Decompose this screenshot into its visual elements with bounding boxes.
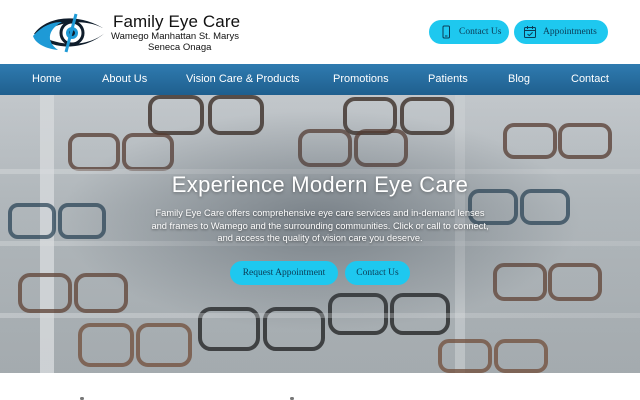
header-contact-button[interactable]: Contact Us	[429, 20, 509, 44]
header-appointments-label: Appointments	[543, 27, 597, 37]
phone-icon	[442, 25, 450, 39]
hero-title: Experience Modern Eye Care	[171, 172, 469, 197]
nav-item-blog[interactable]: Blog	[508, 73, 530, 85]
header-appointments-button[interactable]: Appointments	[514, 20, 608, 44]
nav-item-about-us[interactable]: About Us	[102, 73, 147, 85]
nav-item-vision-care-products[interactable]: Vision Care & Products	[186, 73, 300, 85]
hero-description: Family Eye Care offers comprehensive eye…	[151, 208, 489, 243]
below-fold-section	[0, 373, 640, 400]
calendar-icon	[524, 26, 536, 38]
main-nav: Home About Us Vision Care & Products Pro…	[0, 64, 640, 95]
brand-name[interactable]: Family Eye Care	[113, 12, 240, 32]
hero-contact-button[interactable]: Contact Us	[345, 261, 410, 285]
header-contact-label: Contact Us	[459, 27, 502, 37]
eye-logo-icon[interactable]	[32, 10, 110, 54]
brand-towns-line1: Wamego Manhattan St. Marys	[111, 31, 239, 42]
nav-item-home[interactable]: Home	[32, 73, 61, 85]
site-header: Family Eye Care Wamego Manhattan St. Mar…	[0, 0, 640, 64]
nav-item-patients[interactable]: Patients	[428, 73, 468, 85]
request-appointment-button[interactable]: Request Appointment	[230, 261, 338, 285]
nav-item-contact[interactable]: Contact	[571, 73, 609, 85]
nav-item-promotions[interactable]: Promotions	[333, 73, 389, 85]
brand-towns-line2: Seneca Onaga	[148, 42, 212, 53]
